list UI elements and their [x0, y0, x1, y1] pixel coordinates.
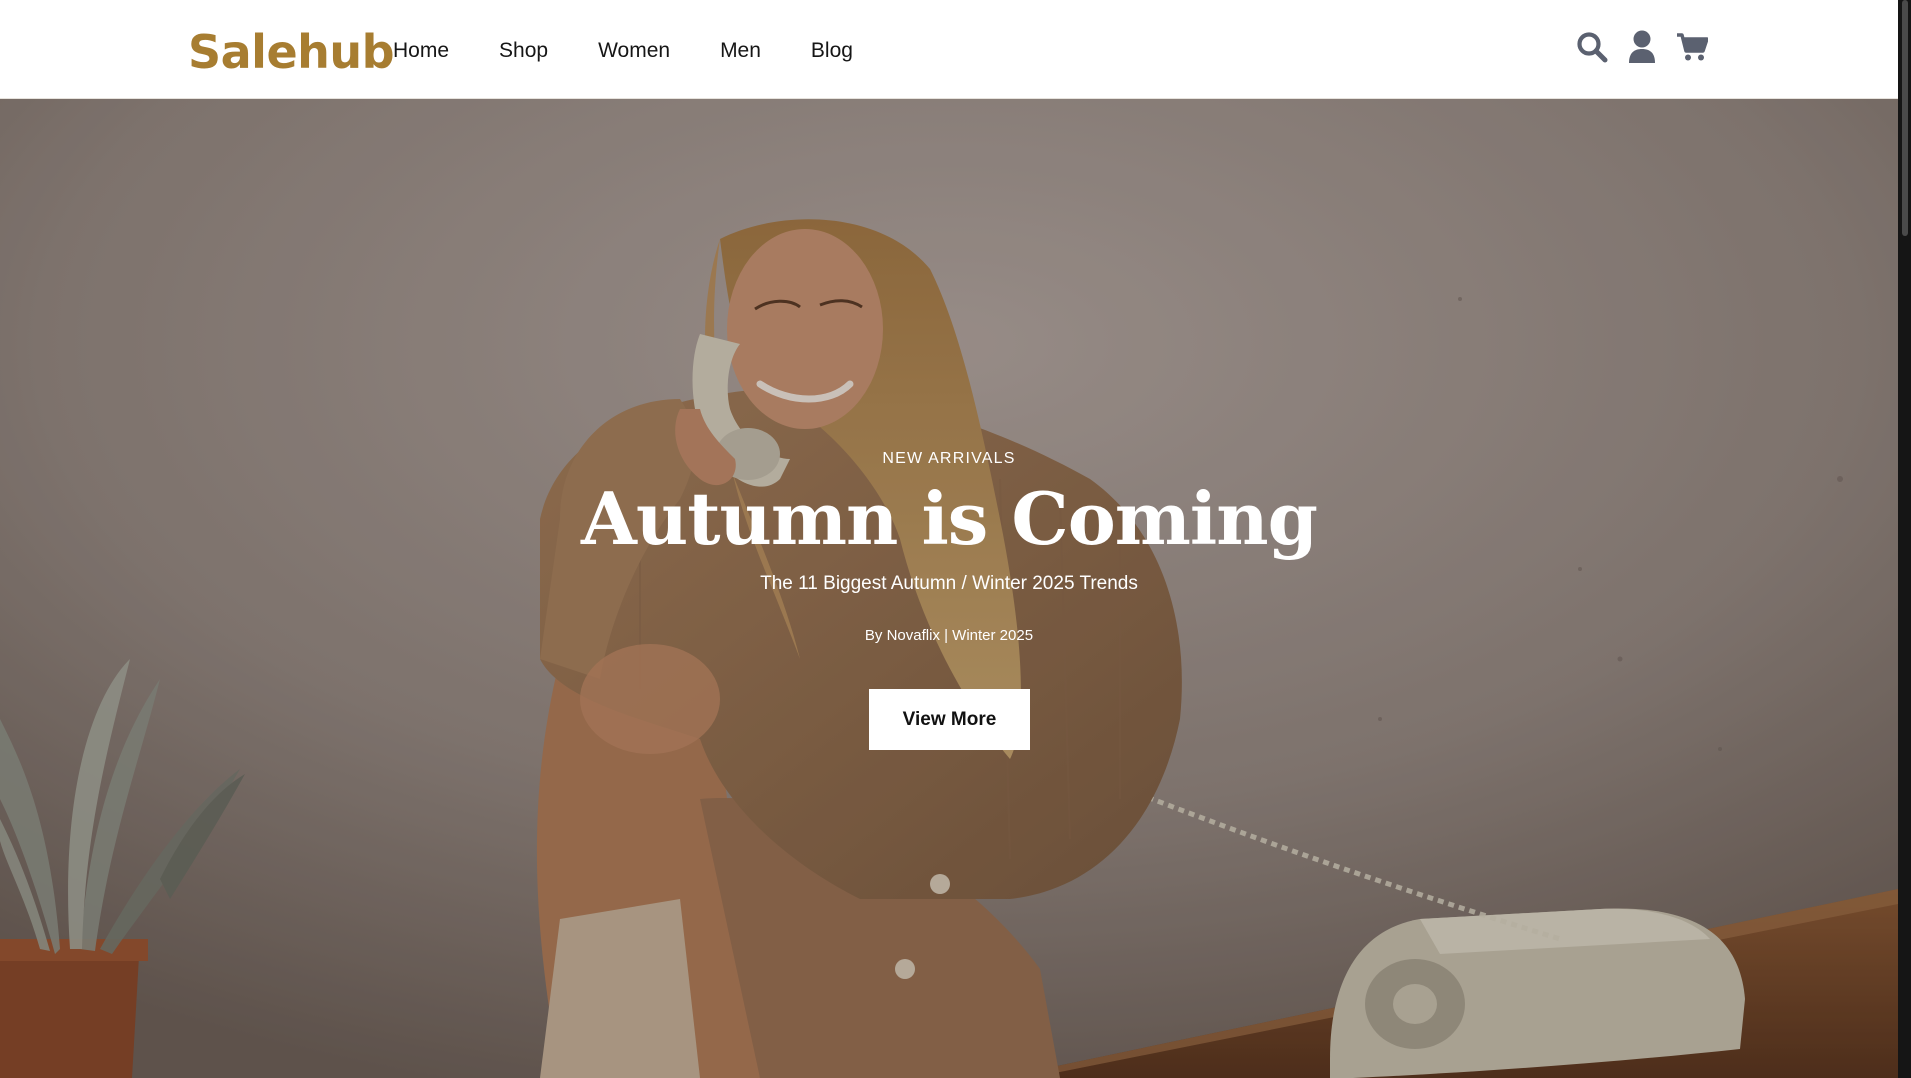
search-icon[interactable]	[1576, 30, 1608, 64]
header-icon-group	[1576, 30, 1708, 64]
site-header: Salehub Home Shop Women Men Blog	[0, 0, 1898, 99]
nav-item-home[interactable]: Home	[393, 36, 449, 66]
view-more-button[interactable]: View More	[869, 689, 1030, 750]
nav-item-women[interactable]: Women	[598, 36, 670, 66]
hero-eyebrow: NEW ARRIVALS	[882, 450, 1016, 467]
hero-subtitle: The 11 Biggest Autumn / Winter 2025 Tren…	[760, 573, 1138, 594]
cart-icon[interactable]	[1676, 30, 1708, 64]
hero-title: Autumn is Coming	[581, 476, 1318, 561]
hero-content: NEW ARRIVALS Autumn is Coming The 11 Big…	[0, 99, 1898, 1078]
hero-byline: By Novaflix | Winter 2025	[864, 627, 1034, 644]
page-scrollbar[interactable]	[1898, 0, 1911, 1078]
scrollbar-thumb[interactable]	[1902, 0, 1908, 236]
user-icon[interactable]	[1626, 30, 1658, 64]
nav-item-men[interactable]: Men	[720, 36, 761, 66]
site-logo[interactable]: Salehub	[188, 24, 395, 80]
nav-item-blog[interactable]: Blog	[811, 36, 853, 66]
main-nav: Home Shop Women Men Blog	[393, 36, 903, 66]
hero-banner: NEW ARRIVALS Autumn is Coming The 11 Big…	[0, 99, 1898, 1078]
page-viewport: Salehub Home Shop Women Men Blog NEW ARR…	[0, 0, 1898, 1078]
nav-item-shop[interactable]: Shop	[499, 36, 548, 66]
